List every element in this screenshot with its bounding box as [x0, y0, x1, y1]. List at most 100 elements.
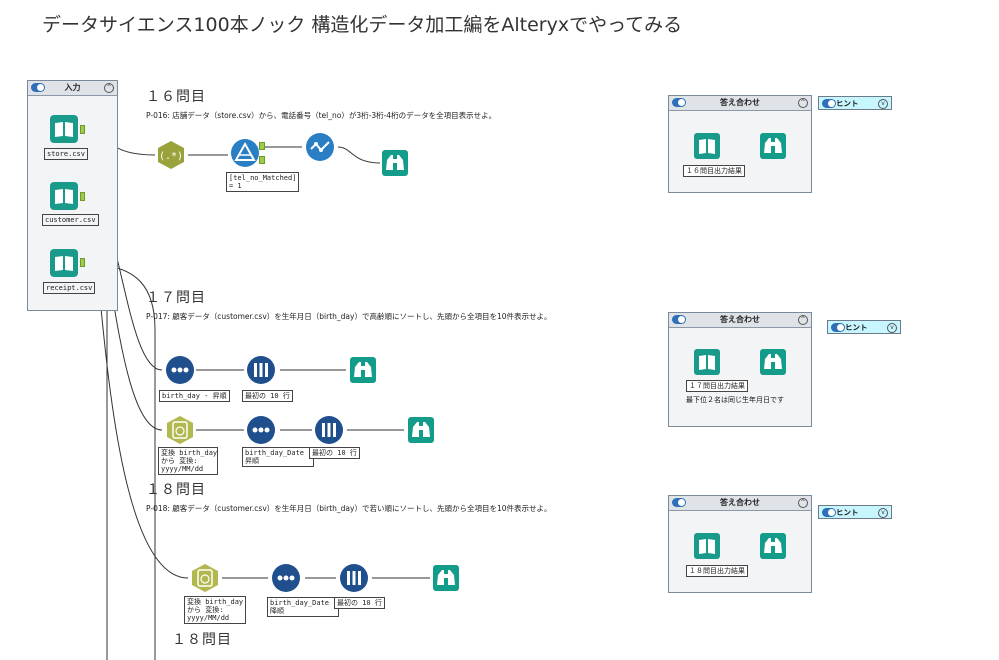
- input-container-header[interactable]: 入力 ^: [28, 81, 117, 96]
- answer-input-q17[interactable]: [694, 349, 720, 375]
- answer-container-label: 答え合わせ: [720, 315, 760, 324]
- container-toggle-icon[interactable]: [822, 508, 836, 517]
- output-anchor[interactable]: [80, 192, 85, 201]
- sort-annotation-line2: 昇順: [245, 457, 259, 465]
- answer-container-header[interactable]: 答え合わせ ^: [669, 96, 811, 111]
- filter-annotation: [tel_no_Matched] = 1: [226, 172, 299, 192]
- filter-true-anchor[interactable]: [259, 142, 265, 150]
- svg-text:(.*): (.*): [159, 151, 183, 162]
- sample-icon: [315, 416, 343, 444]
- q16-description: P-016: 店舗データ（store.csv）から、電話番号（tel_no）が3…: [146, 111, 497, 120]
- datetime-annotation-q18: 変換 birth_day から 変換: yyyy/MM/dd: [184, 596, 246, 624]
- datetime-annotation-q17: 変換 birth_day から 変換: yyyy/MM/dd: [158, 447, 218, 475]
- container-toggle-icon[interactable]: [831, 323, 845, 332]
- collapse-icon[interactable]: ^: [798, 315, 808, 325]
- q18-title: １８問目: [146, 482, 206, 498]
- sort-annotation-q17: birth_day - 昇順: [159, 390, 230, 402]
- q17-description: P-017: 顧客データ（customer.csv）を生年月日（birth_da…: [146, 312, 552, 321]
- filter-annotation-line2: = 1: [229, 182, 242, 190]
- datetime-annotation-line3: yyyy/MM/dd: [187, 614, 230, 622]
- binoculars-icon: [408, 417, 434, 443]
- sample-icon: [340, 564, 368, 592]
- book-icon: [694, 133, 720, 159]
- browse-tool-q16[interactable]: [382, 150, 408, 176]
- answer-caption-q16: １６問目出力結果: [683, 165, 745, 177]
- answer-input-q18[interactable]: [694, 533, 720, 559]
- input-tool-store[interactable]: [50, 115, 78, 143]
- answer-browse-q17[interactable]: [760, 349, 786, 375]
- answer-container-header[interactable]: 答え合わせ ^: [669, 496, 811, 511]
- browse-tool-q17[interactable]: [350, 357, 376, 383]
- input-tool-receipt[interactable]: [50, 249, 78, 277]
- hint-label: ヒント: [845, 323, 868, 332]
- input-tool-customer[interactable]: [50, 182, 78, 210]
- sort-tool-q17b[interactable]: [246, 415, 276, 445]
- q18-footer-title: １８問目: [172, 632, 232, 648]
- answer-container-q16[interactable]: 答え合わせ ^: [668, 95, 812, 193]
- hint-container-q16[interactable]: ヒント v: [818, 96, 892, 110]
- binoculars-icon: [760, 349, 786, 375]
- answer-container-label: 答え合わせ: [720, 498, 760, 507]
- filter-tool[interactable]: [230, 138, 260, 168]
- answer-browse-q18[interactable]: [760, 533, 786, 559]
- collapse-icon[interactable]: ^: [104, 83, 114, 93]
- expand-icon[interactable]: v: [887, 323, 897, 333]
- output-anchor[interactable]: [80, 258, 85, 267]
- regex-tool[interactable]: (.*): [156, 140, 186, 170]
- binoculars-icon: [760, 133, 786, 159]
- select-icon: [306, 133, 334, 161]
- collapse-icon[interactable]: ^: [798, 98, 808, 108]
- collapse-icon[interactable]: ^: [798, 498, 808, 508]
- hint-container-q17[interactable]: ヒント v: [827, 320, 901, 334]
- hint-container-q18[interactable]: ヒント v: [818, 505, 892, 519]
- connection-select-browse: [337, 146, 381, 164]
- browse-tool-q18[interactable]: [433, 565, 459, 591]
- browse-tool-q17b[interactable]: [408, 417, 434, 443]
- q16-title: １６問目: [146, 89, 206, 105]
- select-tool[interactable]: [305, 132, 335, 162]
- datetime-tool-q17[interactable]: [165, 415, 195, 445]
- sort-annotation-q18: birth_day_Date - 降順: [267, 597, 339, 617]
- connection-receipt-down1: [85, 261, 108, 660]
- sample-tool-q17b[interactable]: [314, 415, 344, 445]
- book-icon: [50, 249, 78, 277]
- sample-annotation-q18: 最初の 10 行: [334, 597, 385, 609]
- output-anchor[interactable]: [80, 125, 85, 134]
- q17-title: １７問目: [146, 290, 206, 306]
- regex-icon: (.*): [158, 141, 184, 169]
- sort-annotation-line2: 降順: [270, 607, 284, 615]
- answer-browse-q16[interactable]: [760, 133, 786, 159]
- expand-icon[interactable]: v: [878, 508, 888, 518]
- sort-annotation-line1: birth_day_Date -: [245, 449, 313, 457]
- sample-icon: [247, 356, 275, 384]
- sample-tool-q17[interactable]: [246, 355, 276, 385]
- sample-tool-q18[interactable]: [339, 563, 369, 593]
- answer-input-q16[interactable]: [694, 133, 720, 159]
- filter-icon: [231, 139, 259, 167]
- filter-false-anchor[interactable]: [259, 156, 265, 164]
- book-icon: [50, 115, 78, 143]
- book-icon: [694, 349, 720, 375]
- expand-icon[interactable]: v: [878, 99, 888, 109]
- binoculars-icon: [760, 533, 786, 559]
- customer-file-label: customer.csv: [42, 214, 99, 226]
- answer-container-q17[interactable]: 答え合わせ ^: [668, 312, 812, 427]
- answer-container-header[interactable]: 答え合わせ ^: [669, 313, 811, 328]
- clock-icon: [192, 564, 218, 592]
- clock-icon: [167, 416, 193, 444]
- sort-tool-q17[interactable]: [165, 355, 195, 385]
- answer-caption-q18: １８問目出力結果: [686, 565, 748, 577]
- sort-tool-q18[interactable]: [271, 563, 301, 593]
- datetime-annotation-line1: 変換 birth_day: [187, 598, 244, 606]
- sort-icon: [166, 356, 194, 384]
- filter-annotation-line1: [tel_no_Matched]: [229, 174, 297, 182]
- datetime-tool-q18[interactable]: [190, 563, 220, 593]
- datetime-annotation-line1: 変換 birth_day: [161, 449, 218, 457]
- sort-annotation-line1: birth_day_Date -: [270, 599, 338, 607]
- container-toggle-icon[interactable]: [822, 99, 836, 108]
- binoculars-icon: [350, 357, 376, 383]
- answer-container-q18[interactable]: 答え合わせ ^: [668, 495, 812, 593]
- sample-annotation-q17: 最初の 10 行: [242, 390, 293, 402]
- store-file-label: store.csv: [44, 148, 88, 160]
- sample-annotation-q17b: 最初の 10 行: [309, 447, 360, 459]
